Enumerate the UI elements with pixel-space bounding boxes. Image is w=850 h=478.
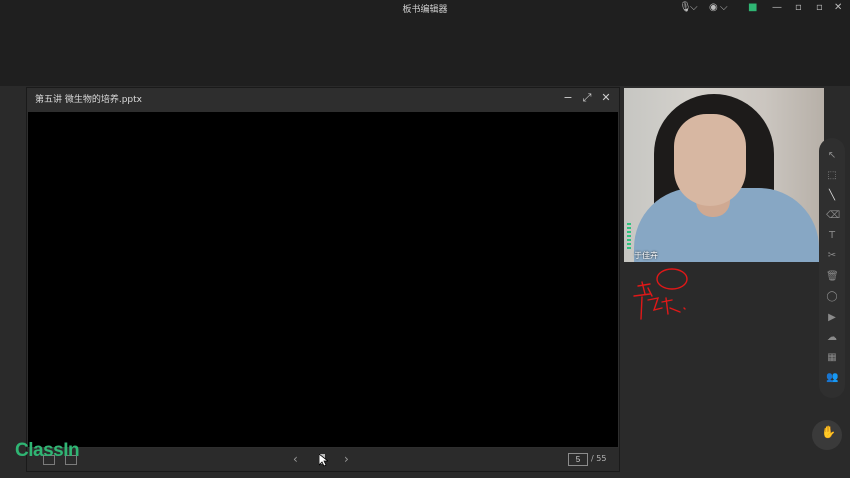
restore-down-button[interactable]: ▫ <box>816 2 823 14</box>
close-button[interactable]: ✕ <box>834 2 842 14</box>
prev-page-button[interactable]: ‹ <box>293 452 298 466</box>
classin-logo: ClassIn <box>15 440 80 461</box>
mouse-cursor-icon <box>319 454 328 467</box>
hand-icon: ✋ <box>821 425 836 439</box>
page-total: / 55 <box>591 454 607 463</box>
ppt-window[interactable]: 第五讲 微生物的培养.pptx − ⤢ ✕ ‹ › / 55 <box>26 87 620 472</box>
ppt-header[interactable]: 第五讲 微生物的培养.pptx − ⤢ ✕ <box>27 88 619 110</box>
video-person-face <box>674 114 746 206</box>
cloud-icon[interactable]: ☁ <box>826 332 838 344</box>
app-titlebar: 板书编辑器 🎙 ⌵ ◉ ⌵ ■ — ▫ ▫ ✕ <box>0 0 850 18</box>
toolbox-icon[interactable]: ▦ <box>826 352 838 364</box>
minimize-button[interactable]: — <box>772 2 782 14</box>
video-icon[interactable]: ▶ <box>826 312 838 324</box>
speaker-icon[interactable]: ◉ <box>709 2 718 14</box>
video-camera-icon[interactable]: ■ <box>748 2 757 14</box>
ppt-title: 第五讲 微生物的培养.pptx <box>35 95 143 105</box>
top-band <box>0 18 850 87</box>
page-number-input[interactable] <box>568 453 588 466</box>
eraser-icon[interactable]: ⌫ <box>826 210 840 222</box>
raise-hand-button[interactable]: ✋ <box>812 420 842 450</box>
speaker-chevron-down-icon[interactable]: ⌵ <box>720 2 728 14</box>
ppt-close-button[interactable]: ✕ <box>599 91 613 104</box>
ppt-minimize-button[interactable]: − <box>561 91 575 104</box>
region-select-icon[interactable]: ⬚ <box>826 170 838 182</box>
pen-icon[interactable]: ╲ <box>826 190 838 202</box>
slide-canvas[interactable] <box>28 112 618 447</box>
drawing-toolbar: ↖ ⬚ ╲ ⌫ T ✂ 🗑 ◯ ▶ ☁ ▦ 👥 <box>819 138 845 398</box>
trash-icon[interactable]: 🗑 <box>826 271 839 283</box>
next-page-button[interactable]: › <box>344 452 349 466</box>
select-icon[interactable]: ↖ <box>826 150 838 162</box>
handwriting-ink <box>633 268 688 320</box>
scissors-icon[interactable]: ✂ <box>826 250 838 262</box>
mic-chevron-down-icon[interactable]: ⌵ <box>690 2 698 14</box>
audio-level-icon <box>627 223 631 249</box>
restore-button[interactable]: ▫ <box>795 2 802 14</box>
text-icon[interactable]: T <box>826 230 838 242</box>
ppt-expand-button[interactable]: ⤢ <box>580 91 594 105</box>
users-icon[interactable]: 👥 <box>826 372 838 384</box>
video-name-label: 于佳卉 <box>634 251 658 260</box>
camera-icon[interactable]: ◯ <box>826 291 838 303</box>
teacher-video[interactable]: 于佳卉 <box>624 88 824 262</box>
